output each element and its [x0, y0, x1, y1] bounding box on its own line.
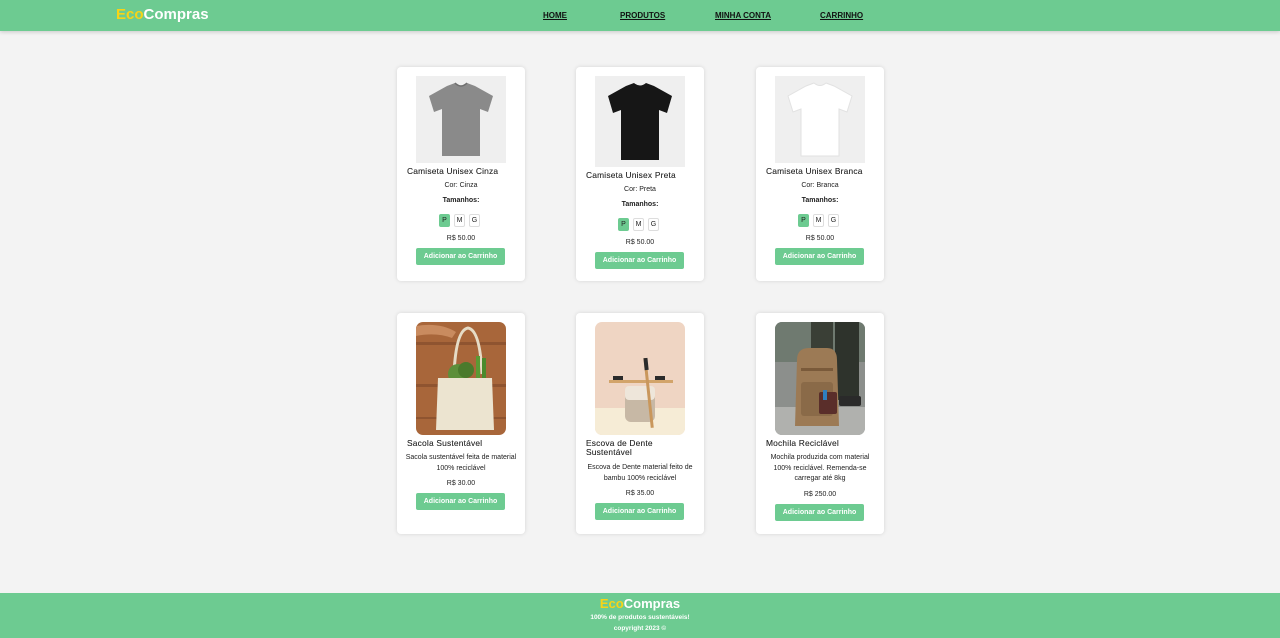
nav-produtos[interactable]: PRODUTOS [620, 11, 665, 20]
product-image-black-tshirt[interactable] [595, 76, 685, 167]
footer-logo-eco: Eco [599, 596, 624, 611]
product-card: Camiseta Unisex Cinza Cor: Cinza Tamanho… [397, 67, 525, 281]
product-price: R$ 35.00 [625, 490, 655, 497]
sizes-label: Tamanhos: [801, 197, 839, 204]
add-to-cart-button[interactable]: Adicionar ao Carrinho [775, 248, 864, 265]
add-to-cart-button[interactable]: Adicionar ao Carrinho [416, 493, 505, 510]
product-image-gray-tshirt[interactable] [416, 76, 506, 163]
product-description: Sacola sustentável feita de material 100… [405, 454, 517, 472]
size-option-m[interactable]: M [454, 214, 465, 227]
footer-copyright: copyright 2023 © [613, 625, 667, 632]
add-to-cart-button[interactable]: Adicionar ao Carrinho [416, 248, 505, 265]
footer-tagline: 100% de produtos sustentáveis! [590, 614, 690, 621]
add-to-cart-button[interactable]: Adicionar ao Carrinho [775, 504, 864, 521]
product-price: R$ 50.00 [805, 235, 835, 242]
size-option-g[interactable]: G [469, 214, 480, 227]
product-image-white-tshirt[interactable] [775, 76, 865, 163]
nav-home[interactable]: HOME [543, 11, 567, 20]
product-description: Escova de Dente material feito de bambu … [587, 464, 693, 482]
product-title: Camiseta Unisex Preta [586, 170, 676, 180]
product-card: Camiseta Unisex Branca Cor: Branca Taman… [756, 67, 884, 281]
footer-logo: EcoCompras [0, 596, 1280, 611]
add-to-cart-button[interactable]: Adicionar ao Carrinho [595, 252, 684, 269]
header: EcoCompras HOME PRODUTOS MINHA CONTA CAR… [0, 0, 1280, 31]
size-options: P M G [618, 218, 663, 231]
logo[interactable]: EcoCompras [116, 7, 209, 23]
size-option-g[interactable]: G [648, 218, 659, 231]
product-title: Sacola Sustentável [407, 438, 483, 448]
product-title: Mochila Reciclável [766, 438, 839, 448]
product-color: Cor: Branca [801, 182, 839, 189]
product-image-backpack[interactable] [775, 322, 865, 435]
size-option-m[interactable]: M [633, 218, 644, 231]
footer: EcoCompras 100% de produtos sustentáveis… [0, 593, 1280, 638]
nav-carrinho[interactable]: CARRINHO [820, 11, 863, 20]
product-image-bamboo-toothbrush[interactable] [595, 322, 685, 435]
product-card: Sacola Sustentável Sacola sustentável fe… [397, 313, 525, 534]
product-color: Cor: Preta [624, 186, 656, 193]
product-card: Mochila Reciclável Mochila produzida com… [756, 313, 884, 534]
size-option-p[interactable]: P [439, 214, 450, 227]
sizes-label: Tamanhos: [442, 197, 480, 204]
size-options: P M G [798, 214, 843, 227]
product-card: Camiseta Unisex Preta Cor: Preta Tamanho… [576, 67, 704, 281]
product-price: R$ 250.00 [803, 491, 837, 498]
product-color: Cor: Cinza [444, 182, 478, 189]
logo-eco: Eco [116, 6, 144, 23]
product-title: Escova de Dente Sustentável [586, 438, 653, 457]
logo-compras: Compras [143, 6, 209, 23]
product-description: Mochila produzida com material 100% reci… [770, 454, 870, 482]
add-to-cart-button[interactable]: Adicionar ao Carrinho [595, 503, 684, 520]
size-options: P M G [439, 214, 484, 227]
size-option-p[interactable]: P [618, 218, 629, 231]
product-price: R$ 50.00 [625, 239, 655, 246]
size-option-m[interactable]: M [813, 214, 824, 227]
size-option-g[interactable]: G [828, 214, 839, 227]
size-option-p[interactable]: P [798, 214, 809, 227]
product-title: Camiseta Unisex Cinza [407, 166, 499, 176]
nav-minha-conta[interactable]: MINHA CONTA [715, 11, 771, 20]
product-image-tote-bag[interactable] [416, 322, 506, 435]
product-title: Camiseta Unisex Branca [766, 166, 863, 176]
product-card: Escova de Dente Sustentável Escova de De… [576, 313, 704, 534]
product-price: R$ 50.00 [446, 235, 476, 242]
footer-logo-compras: Compras [623, 596, 681, 611]
product-price: R$ 30.00 [446, 480, 476, 487]
sizes-label: Tamanhos: [621, 201, 659, 208]
